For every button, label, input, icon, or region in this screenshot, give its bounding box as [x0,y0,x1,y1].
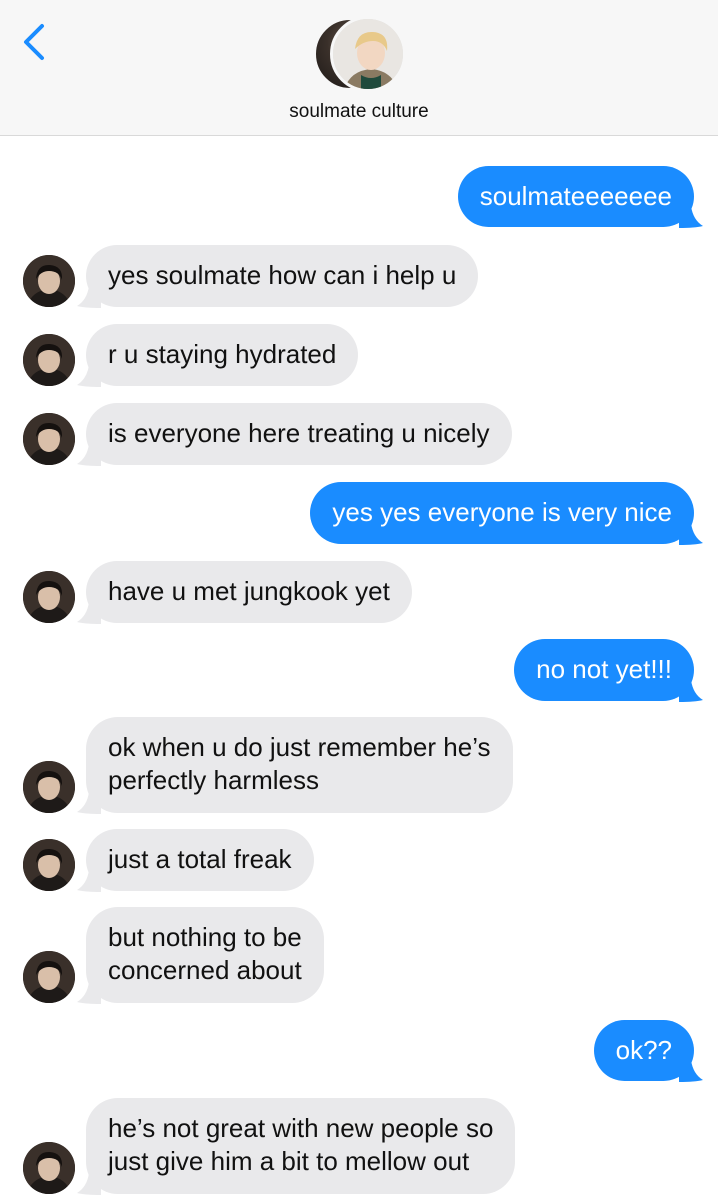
incoming-message-bubble[interactable]: r u staying hydrated [77,324,359,387]
avatar [23,761,75,813]
conversation-header: soulmate culture [0,0,718,136]
incoming-message-bubble[interactable]: but nothing to be concerned about [77,907,324,1004]
message-text: ok when u do just remember he’s [108,732,491,762]
incoming-message-bubble[interactable]: yes soulmate how can i help u [77,245,479,308]
message-text: concerned about [108,955,302,985]
outgoing-message-bubble[interactable]: ok?? [593,1020,703,1082]
chevron-left-icon [24,24,44,60]
outgoing-message-bubble[interactable]: soulmateeeeeee [457,166,703,228]
message-text: soulmateeeeeee [479,181,672,211]
avatar [23,1142,75,1194]
message-text: is everyone here treating u nicely [108,418,490,448]
avatar [23,839,75,891]
message-text: no not yet!!! [536,654,672,684]
contact-avatar[interactable] [314,16,406,92]
avatar [23,571,75,623]
message-text: yes yes everyone is very nice [332,497,672,527]
avatar [23,334,75,386]
message-text: perfectly harmless [108,765,319,795]
avatar [23,255,75,307]
message-text: but nothing to be [108,922,302,952]
incoming-message-bubble[interactable]: ok when u do just remember he’s perfectly… [77,717,513,814]
avatar [23,951,75,1003]
incoming-message-bubble[interactable]: just a total freak [77,829,314,892]
outgoing-message-bubble[interactable]: no not yet!!! [514,639,703,702]
message-text: r u staying hydrated [108,339,337,369]
contact-name[interactable]: soulmate culture [0,101,718,123]
avatar [23,413,75,465]
message-text: have u met jungkook yet [108,576,390,606]
incoming-message-bubble[interactable]: have u met jungkook yet [77,561,412,624]
avatar [330,16,406,92]
back-button[interactable] [18,20,58,64]
message-text: he’s not great with new people so [108,1113,494,1143]
message-text: yes soulmate how can i help u [108,260,457,290]
outgoing-message-bubble[interactable]: yes yes everyone is very nice [310,482,703,545]
message-text: just give him a bit to mellow out [108,1146,470,1176]
message-text: ok?? [615,1035,672,1065]
incoming-message-bubble[interactable]: he’s not great with new people so just gi… [77,1098,516,1195]
message-text: just a total freak [108,844,292,874]
incoming-message-bubble[interactable]: is everyone here treating u nicely [77,403,512,466]
